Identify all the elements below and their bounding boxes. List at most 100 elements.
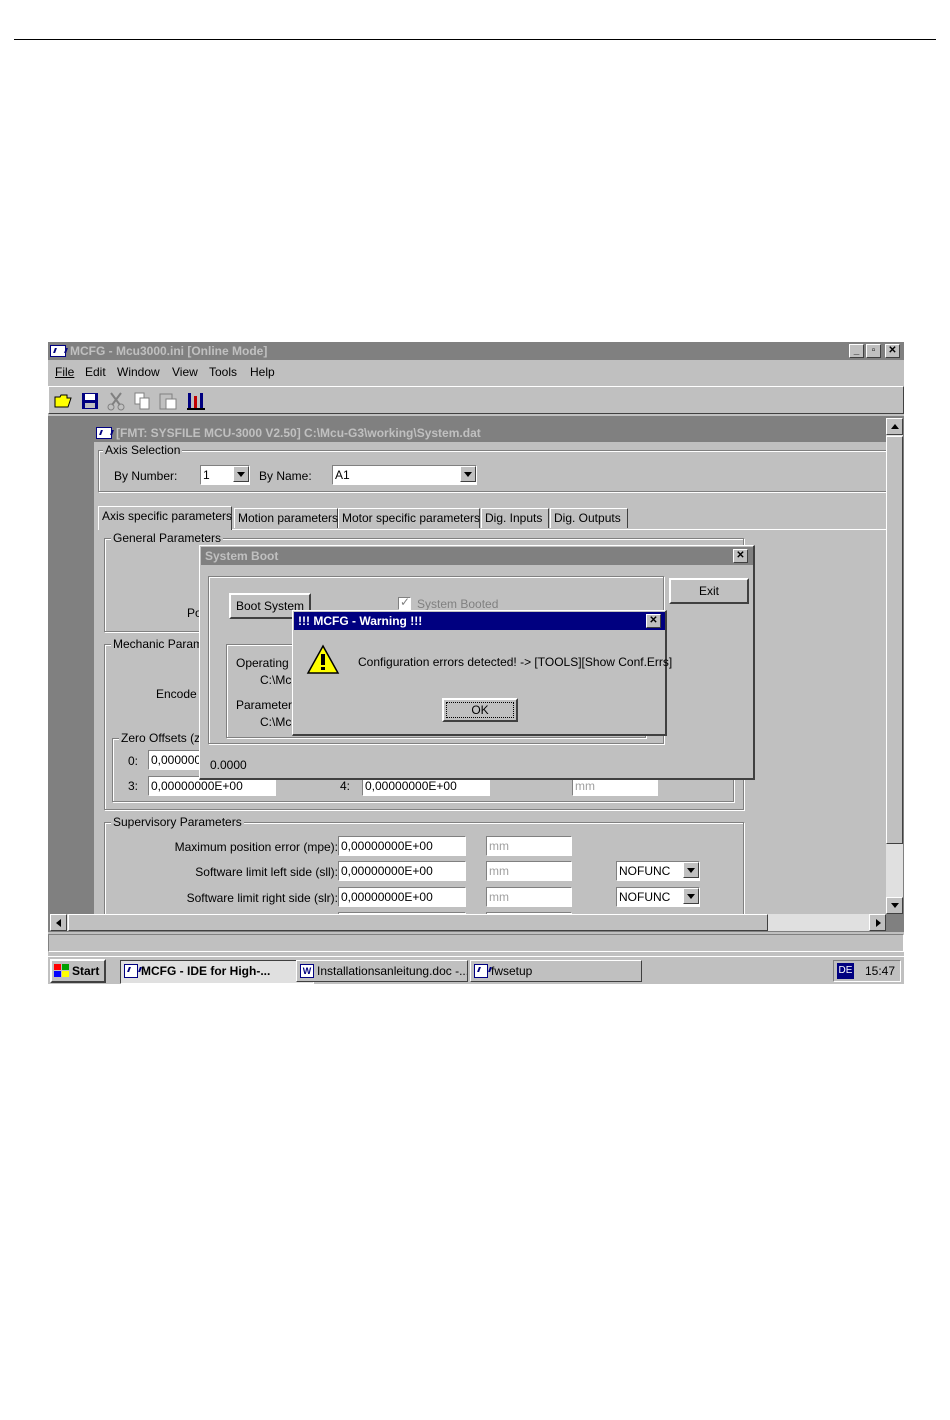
save-icon[interactable] <box>79 390 101 412</box>
mpe-value: 0,00000000E+00 <box>341 839 433 853</box>
scroll-left-button[interactable] <box>50 914 67 931</box>
hscroll-thumb[interactable] <box>68 914 768 931</box>
taskbar-item-label: fwsetup <box>491 964 533 978</box>
scroll-up-button[interactable] <box>886 418 903 435</box>
open-folder-icon[interactable] <box>52 390 74 412</box>
menu-view[interactable]: View <box>172 365 198 379</box>
app-icon <box>50 345 66 357</box>
exit-button[interactable]: Exit <box>669 578 749 604</box>
windows-logo-icon <box>54 964 69 977</box>
slr-label: Software limit right side (slr): <box>186 891 338 905</box>
sll-function-combo[interactable]: NOFUNC <box>616 861 700 881</box>
warning-title-bar[interactable]: !!! MCFG - Warning !!! ✕ <box>294 612 665 630</box>
chevron-down-icon[interactable] <box>233 466 249 482</box>
tab-motion[interactable]: Motion parameters <box>234 508 338 528</box>
toolbar <box>48 386 904 414</box>
slr-function-combo[interactable]: NOFUNC <box>616 887 700 907</box>
main-window-title: MCFG - Mcu3000.ini [Online Mode] <box>70 344 268 358</box>
menu-help[interactable]: Help <box>250 365 275 379</box>
slr-function-value: NOFUNC <box>619 890 671 904</box>
by-name-label: By Name: <box>259 469 312 483</box>
ok-button[interactable]: OK <box>442 698 518 722</box>
system-boot-title-bar[interactable]: System Boot ✕ <box>201 547 753 565</box>
child-title-bar[interactable]: [FMT: SYSFILE MCU-3000 V2.50] C:\Mcu-G3\… <box>94 424 886 442</box>
sll-unit-text: mm <box>489 864 509 878</box>
page-header-rule <box>14 39 936 40</box>
menu-bar: File Edit Window View Tools Help <box>48 362 904 382</box>
warning-message: Configuration errors detected! -> [TOOLS… <box>358 655 673 669</box>
taskbar-item-fwsetup[interactable]: fwsetup <box>470 960 642 982</box>
sll-unit: mm <box>486 861 572 881</box>
child-app-icon <box>96 427 112 439</box>
status-bar <box>48 934 904 952</box>
minimize-button[interactable]: _ <box>849 344 864 358</box>
boot-status-value: 0.0000 <box>210 758 247 772</box>
zero-offset-index-3: 3: <box>128 779 139 793</box>
main-title-bar[interactable]: MCFG - Mcu3000.ini [Online Mode] _ ▫ ✕ <box>48 342 904 360</box>
close-button[interactable]: ✕ <box>885 344 900 358</box>
general-parameters-label: General Parameters <box>111 531 224 545</box>
restore-button[interactable]: ▫ <box>866 344 881 358</box>
tab-axis-specific[interactable]: Axis specific parameters <box>98 506 232 530</box>
sll-field[interactable]: 0,00000000E+00 <box>338 861 466 881</box>
axis-number-combo[interactable]: 1 <box>200 465 250 485</box>
chevron-down-icon[interactable] <box>460 466 476 482</box>
tab-strip: Axis specific parameters Motion paramete… <box>98 506 886 530</box>
zero-offset-3-value: 0,00000000E+00 <box>151 779 243 793</box>
language-indicator[interactable]: DE <box>837 963 854 979</box>
paste-icon[interactable] <box>157 390 179 412</box>
warning-dialog: !!! MCFG - Warning !!! ✕ Configuration e… <box>292 610 672 736</box>
scroll-right-button[interactable] <box>869 914 886 931</box>
start-button[interactable]: Start <box>50 959 106 983</box>
tab-dig-outputs[interactable]: Dig. Outputs <box>550 508 628 528</box>
operating-system-label: Operating S <box>236 656 301 670</box>
vertical-scrollbar[interactable] <box>886 418 903 914</box>
menu-tools[interactable]: Tools <box>209 365 237 379</box>
supervisory-parameters-label: Supervisory Parameters <box>111 815 244 829</box>
cut-icon[interactable] <box>105 390 127 412</box>
taskbar-item-mcfg[interactable]: MCFG - IDE for High-... <box>120 960 314 984</box>
slr-value: 0,00000000E+00 <box>341 890 433 904</box>
tab-motor-specific[interactable]: Motor specific parameters <box>338 508 480 528</box>
start-label: Start <box>72 964 100 978</box>
desktop-screenshot: MCFG - Mcu3000.ini [Online Mode] _ ▫ ✕ F… <box>48 342 904 984</box>
copy-icon[interactable] <box>131 390 153 412</box>
tab-dig-inputs[interactable]: Dig. Inputs <box>481 508 549 528</box>
horizontal-scrollbar[interactable] <box>50 914 886 931</box>
taskbar: Start MCFG - IDE for High-... W Installa… <box>48 956 904 984</box>
slr-field[interactable]: 0,00000000E+00 <box>338 887 466 907</box>
mpe-field[interactable]: 0,00000000E+00 <box>338 836 466 856</box>
operating-system-path: C:\Mc <box>260 673 292 687</box>
warning-icon <box>306 644 340 676</box>
slr-unit-text: mm <box>489 890 509 904</box>
chevron-down-icon[interactable] <box>683 862 699 878</box>
menu-edit[interactable]: Edit <box>85 365 106 379</box>
zero-offset-unit-text: mm <box>575 779 595 793</box>
menu-file[interactable]: File <box>55 365 74 379</box>
mpe-label: Maximum position error (mpe): <box>174 840 338 854</box>
axis-number-value: 1 <box>203 468 210 482</box>
mpe-unit: mm <box>486 836 572 856</box>
chevron-down-icon[interactable] <box>683 888 699 904</box>
system-booted-checkbox[interactable] <box>398 595 411 610</box>
system-tray: DE 15:47 <box>833 960 901 982</box>
mechanic-parameters-label: Mechanic Param <box>111 637 206 651</box>
axis-name-combo[interactable]: A1 <box>332 465 477 485</box>
taskbar-item-label: MCFG - IDE for High-... <box>141 964 271 978</box>
connect-icon[interactable] <box>185 390 207 412</box>
sll-label: Software limit left side (sll): <box>195 865 338 879</box>
close-icon[interactable]: ✕ <box>646 614 661 628</box>
clock[interactable]: 15:47 <box>865 964 895 978</box>
menu-window[interactable]: Window <box>117 365 160 379</box>
scroll-thumb[interactable] <box>886 436 903 844</box>
zero-offsets-label: Zero Offsets (zo <box>119 731 209 745</box>
close-icon[interactable]: ✕ <box>733 549 748 563</box>
scroll-down-button[interactable] <box>886 897 903 914</box>
word-document-icon: W <box>300 964 314 978</box>
app-icon <box>474 964 488 978</box>
axis-name-value: A1 <box>335 468 350 482</box>
sll-value: 0,00000000E+00 <box>341 864 433 878</box>
zero-offset-index-4: 4: <box>340 779 351 793</box>
taskbar-item-word-doc[interactable]: W Installationsanleitung.doc -... <box>296 960 468 982</box>
zero-offset-0-value: 0,000000 <box>151 753 202 767</box>
